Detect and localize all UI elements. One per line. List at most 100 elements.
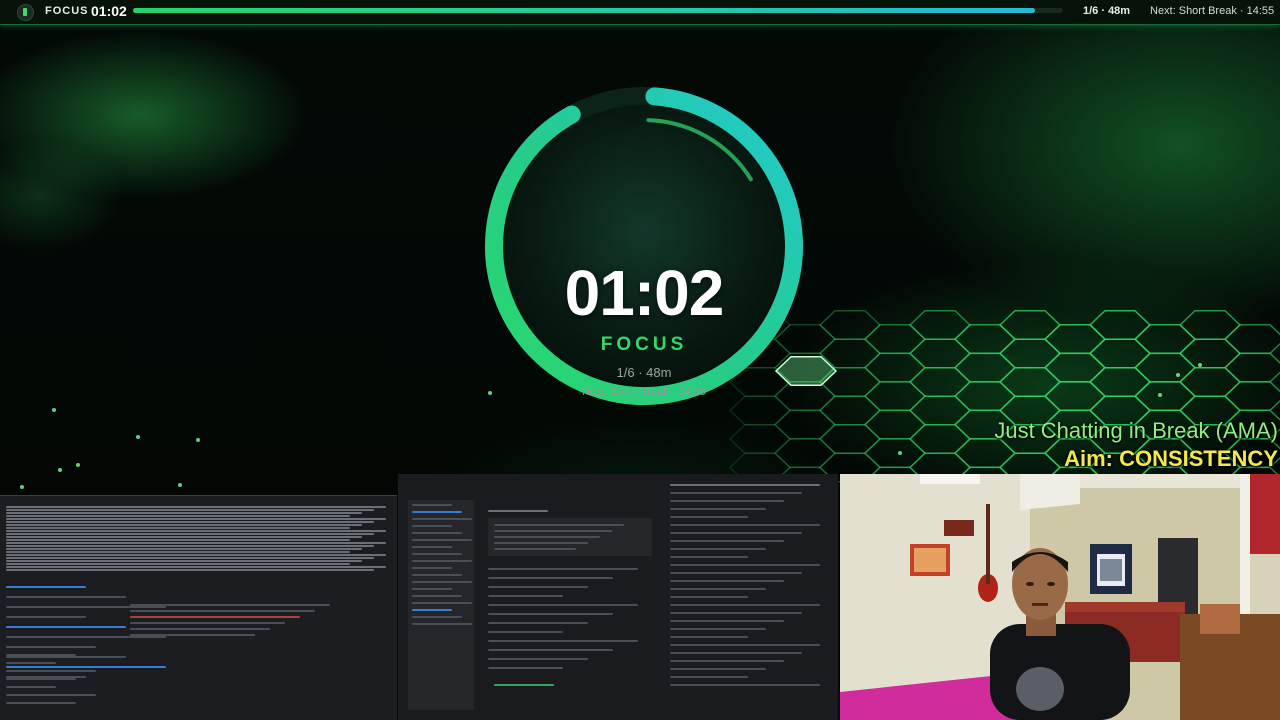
- hexagon-decoration: [1133, 324, 1197, 355]
- topbar-progress-bar: [133, 8, 1063, 13]
- sparkle-particle: [1198, 363, 1202, 367]
- stream-overlay: FOCUS 01:02 1/6 · 48m Next: Short Break …: [0, 0, 1280, 720]
- screen-text-line: [6, 521, 374, 523]
- screen-text-line: [670, 676, 748, 678]
- screen-text-line: [6, 702, 76, 704]
- hexagon-decoration: [1043, 324, 1107, 355]
- pomodoro-timer: 01:02 FOCUS 1/6 · 48m Next: Short Break …: [478, 80, 810, 412]
- hexagon-decoration: [818, 395, 882, 426]
- screen-text-line: [6, 636, 166, 638]
- screen-text-line: [130, 604, 330, 606]
- screen-text-line: [670, 564, 820, 566]
- timer-ring: [485, 87, 803, 405]
- screen-text-line: [412, 518, 472, 520]
- screen-text-line: [6, 586, 86, 588]
- hexagon-decoration: [998, 366, 1062, 398]
- hexagon-decoration: [1088, 366, 1152, 398]
- screen-text-line: [6, 530, 386, 532]
- hexagon-decoration: [953, 381, 1017, 412]
- screen-text-line: [412, 623, 472, 625]
- screen-text-line: [412, 609, 452, 611]
- screen-text-line: [412, 546, 452, 548]
- screen-text-line: [6, 506, 386, 508]
- screen-text-line: [488, 568, 638, 570]
- screen-text-line: [6, 512, 362, 514]
- hexagon-decoration: [728, 423, 792, 455]
- topbar-next: Next: Short Break · 14:55: [1150, 5, 1275, 17]
- hexagon-decoration: [1088, 338, 1152, 369]
- webcam-feed: [840, 474, 1280, 720]
- topbar-mode-label: FOCUS: [45, 5, 89, 17]
- screen-text-line: [670, 500, 784, 502]
- screen-text-line: [494, 530, 612, 532]
- screen-text-line: [6, 646, 96, 648]
- screen-text-line: [488, 595, 563, 597]
- screen-text-line: [6, 686, 56, 688]
- hexagon-decoration: [818, 423, 882, 455]
- hexagon-decoration: [908, 423, 972, 455]
- screen-text-line: [6, 616, 86, 618]
- sparkle-particle: [20, 485, 24, 489]
- screen-text-line: [130, 616, 300, 618]
- screen-text-line: [6, 551, 350, 553]
- screen-text-line: [488, 631, 563, 633]
- sparkle-particle: [76, 463, 80, 467]
- screen-text-line: [670, 556, 748, 558]
- screen-text-line: [412, 602, 472, 604]
- screen-text-line: [412, 595, 462, 597]
- screen-text-line: [670, 620, 784, 622]
- hexagon-decoration: [863, 409, 927, 440]
- screen-text-line: [412, 588, 452, 590]
- hexagon-decoration: [863, 352, 927, 383]
- timer-session: 1/6 · 48m: [616, 365, 672, 380]
- screen-text-line: [6, 666, 166, 668]
- screen-text-line: [488, 510, 548, 512]
- hexagon-decoration: [1043, 381, 1107, 412]
- screen-text-line: [488, 649, 613, 651]
- screen-text-line: [6, 554, 386, 556]
- screen-text-line: [6, 539, 350, 541]
- hexagon-decoration: [863, 324, 927, 355]
- screen-text-line: [6, 566, 386, 568]
- sparkle-particle: [58, 468, 62, 472]
- screen-text-line: [670, 492, 802, 494]
- sparkle-particle: [898, 451, 902, 455]
- screen-text-line: [670, 628, 766, 630]
- screen-text-line: [494, 548, 576, 550]
- stream-aim: Aim: CONSISTENCY: [1064, 446, 1278, 471]
- hexagon-decoration: [1223, 352, 1280, 383]
- hexagon-decoration: [863, 381, 927, 412]
- timer-time: 01:02: [564, 257, 725, 329]
- screen-text-line: [488, 577, 613, 579]
- screen-text-line: [6, 563, 350, 565]
- screen-text-line: [670, 524, 820, 526]
- screen-text-line: [494, 542, 588, 544]
- sparkle-particle: [1158, 393, 1162, 397]
- screen-text-line: [670, 532, 802, 534]
- screen-text-line: [670, 516, 748, 518]
- screen-text-line: [130, 610, 315, 612]
- topbar-time: 01:02: [91, 3, 127, 19]
- hexagon-decoration: [1178, 309, 1242, 341]
- screen-text-line: [488, 667, 563, 669]
- screen-text-line: [670, 652, 802, 654]
- screen-text-line: [670, 596, 748, 598]
- screen-text-line: [6, 527, 350, 529]
- screen-share-middle: [398, 474, 838, 720]
- hexagon-decoration: [818, 309, 882, 341]
- screen-text-line: [670, 660, 784, 662]
- hexagon-decoration: [1088, 309, 1152, 341]
- hexagon-decoration: [1133, 352, 1197, 383]
- sparkle-particle: [52, 408, 56, 412]
- topbar-progress-fill: [133, 8, 1036, 13]
- screen-text-line: [670, 604, 820, 606]
- hexagon-decoration: [953, 324, 1017, 355]
- screen-text-line: [412, 539, 472, 541]
- hexagon-decoration: [1043, 352, 1107, 383]
- screen-text-line: [412, 567, 452, 569]
- screen-text-line: [670, 684, 820, 686]
- screen-text-line: [670, 484, 820, 486]
- screen-text-line: [494, 684, 554, 686]
- webcam-image: [840, 474, 1280, 720]
- screen-text-line: [6, 524, 362, 526]
